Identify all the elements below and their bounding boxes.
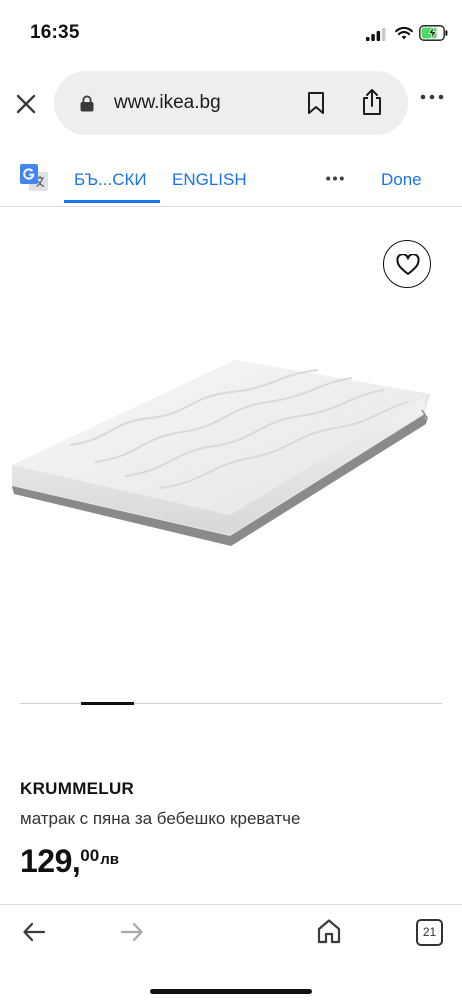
price-currency: лв — [100, 851, 119, 868]
address-bar[interactable]: www.ikea.bg — [54, 71, 408, 135]
translate-more-icon[interactable] — [326, 176, 344, 181]
lock-icon — [80, 95, 94, 112]
tab-source-language[interactable]: БЪ...СКИ — [74, 170, 147, 190]
carousel-position-indicator — [81, 702, 134, 705]
share-icon[interactable] — [360, 88, 384, 116]
close-icon[interactable] — [12, 90, 40, 118]
more-options-icon[interactable] — [420, 94, 444, 100]
back-arrow-icon[interactable] — [22, 921, 46, 943]
browser-bottom-bar: 21 — [0, 904, 462, 1001]
browser-toolbar: www.ikea.bg — [0, 70, 462, 136]
wifi-icon — [395, 26, 413, 40]
cellular-signal-icon — [366, 28, 386, 41]
battery-charging-icon — [419, 25, 448, 41]
forward-arrow-icon[interactable] — [120, 921, 144, 943]
product-price: 129,00лв — [20, 843, 119, 880]
price-decimal: 00 — [80, 846, 100, 865]
home-icon[interactable] — [316, 918, 342, 944]
price-integer: 129, — [20, 843, 81, 879]
done-button[interactable]: Done — [381, 170, 422, 190]
heart-icon — [396, 254, 420, 275]
bookmark-icon[interactable] — [306, 91, 326, 115]
favorite-button[interactable] — [383, 240, 431, 288]
translate-bar: БЪ...СКИ ENGLISH Done — [0, 150, 462, 207]
url-text: www.ikea.bg — [114, 92, 221, 113]
product-name[interactable]: KRUMMELUR — [20, 779, 134, 799]
home-indicator — [150, 989, 312, 994]
status-time: 16:35 — [30, 22, 80, 43]
tab-english[interactable]: ENGLISH — [172, 170, 247, 190]
tabs-button[interactable]: 21 — [416, 919, 443, 946]
status-bar: 16:35 — [0, 0, 462, 60]
product-description: матрак с пяна за бебешко креватче — [20, 809, 301, 828]
tab-count: 21 — [422, 925, 437, 939]
active-tab-indicator — [64, 200, 160, 203]
google-translate-icon — [20, 164, 48, 191]
